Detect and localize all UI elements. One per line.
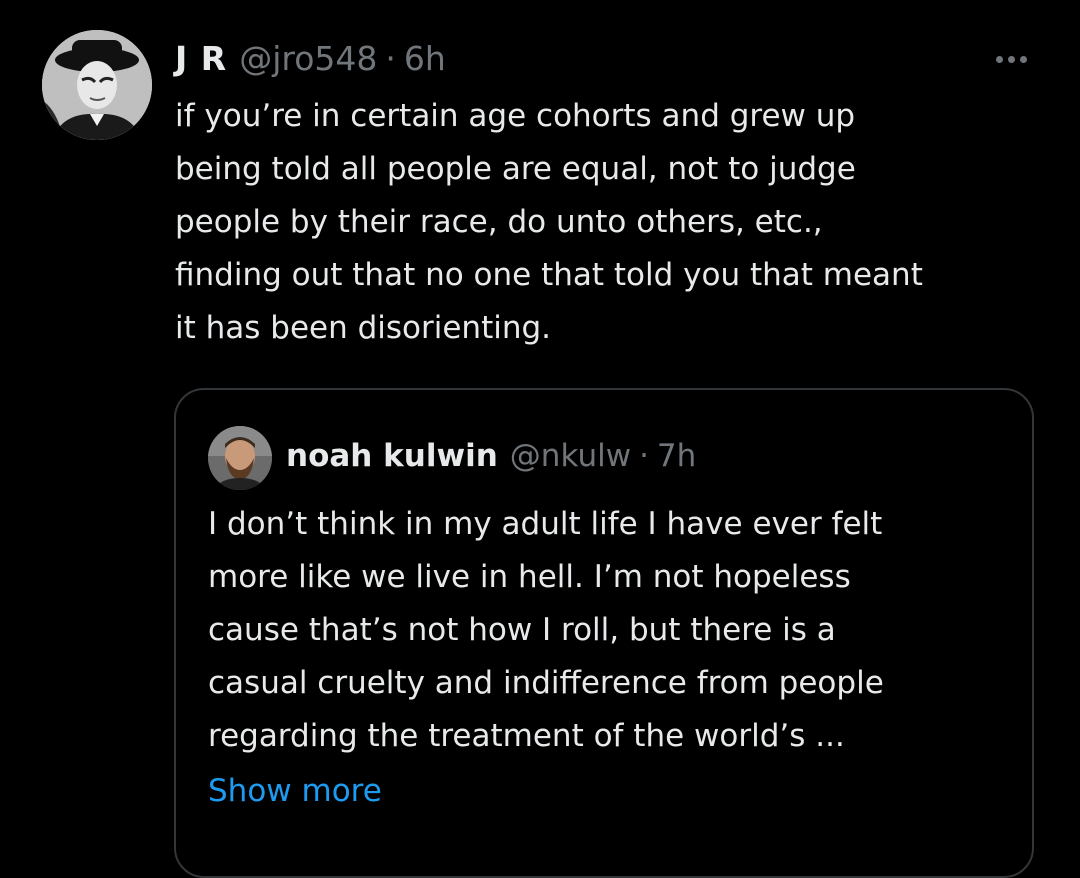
tweet-text-line: finding out that no one that told you th…: [175, 257, 923, 293]
tweet-header: J R @jro548 · 6h: [175, 36, 446, 80]
quoted-author-handle: @nkulw: [509, 438, 632, 474]
more-horizontal-icon: [1019, 55, 1027, 63]
more-options-button[interactable]: [985, 44, 1037, 74]
author-display-name[interactable]: J R: [175, 39, 227, 78]
quoted-tweet-timestamp: 7h: [656, 438, 697, 474]
more-horizontal-icon: [995, 55, 1003, 63]
quoted-tweet-text: I don’t think in my adult life I have ev…: [208, 498, 1018, 763]
tweet-text-line: being told all people are equal, not to …: [175, 151, 856, 187]
author-avatar-image: [42, 30, 152, 140]
tweet-timestamp[interactable]: 6h: [404, 39, 446, 78]
quoted-tweet-text-line: more like we live in hell. I’m not hopel…: [208, 559, 851, 595]
quoted-author-display-name: noah kulwin: [286, 438, 498, 474]
tweet[interactable]: J R @jro548 · 6h if you’re in certain ag…: [0, 0, 1080, 878]
quoted-tweet-text-line: casual cruelty and indifference from peo…: [208, 665, 884, 701]
quoted-author-avatar: [208, 426, 272, 490]
quoted-tweet-text-line: regarding the treatment of the world’s .…: [208, 718, 845, 754]
tweet-text-line: if you’re in certain age cohorts and gre…: [175, 98, 856, 134]
quoted-tweet-text-line: I don’t think in my adult life I have ev…: [208, 506, 883, 542]
show-more-link[interactable]: Show more: [208, 765, 382, 818]
tweet-text: if you’re in certain age cohorts and gre…: [175, 90, 1055, 355]
quoted-author-avatar-image: [208, 426, 272, 490]
author-handle[interactable]: @jro548: [239, 39, 377, 78]
separator-dot: ·: [639, 438, 649, 474]
quoted-tweet-header: noah kulwin @nkulw · 7h: [286, 434, 696, 478]
separator-dot: ·: [385, 38, 396, 78]
quoted-tweet-card[interactable]: noah kulwin @nkulw · 7h I don’t think in…: [174, 388, 1034, 878]
tweet-text-line: it has been disorienting.: [175, 310, 552, 346]
quoted-tweet-text-line: cause that’s not how I roll, but there i…: [208, 612, 836, 648]
tweet-text-line: people by their race, do unto others, et…: [175, 204, 823, 240]
more-horizontal-icon: [1007, 55, 1015, 63]
author-avatar[interactable]: [42, 30, 152, 140]
